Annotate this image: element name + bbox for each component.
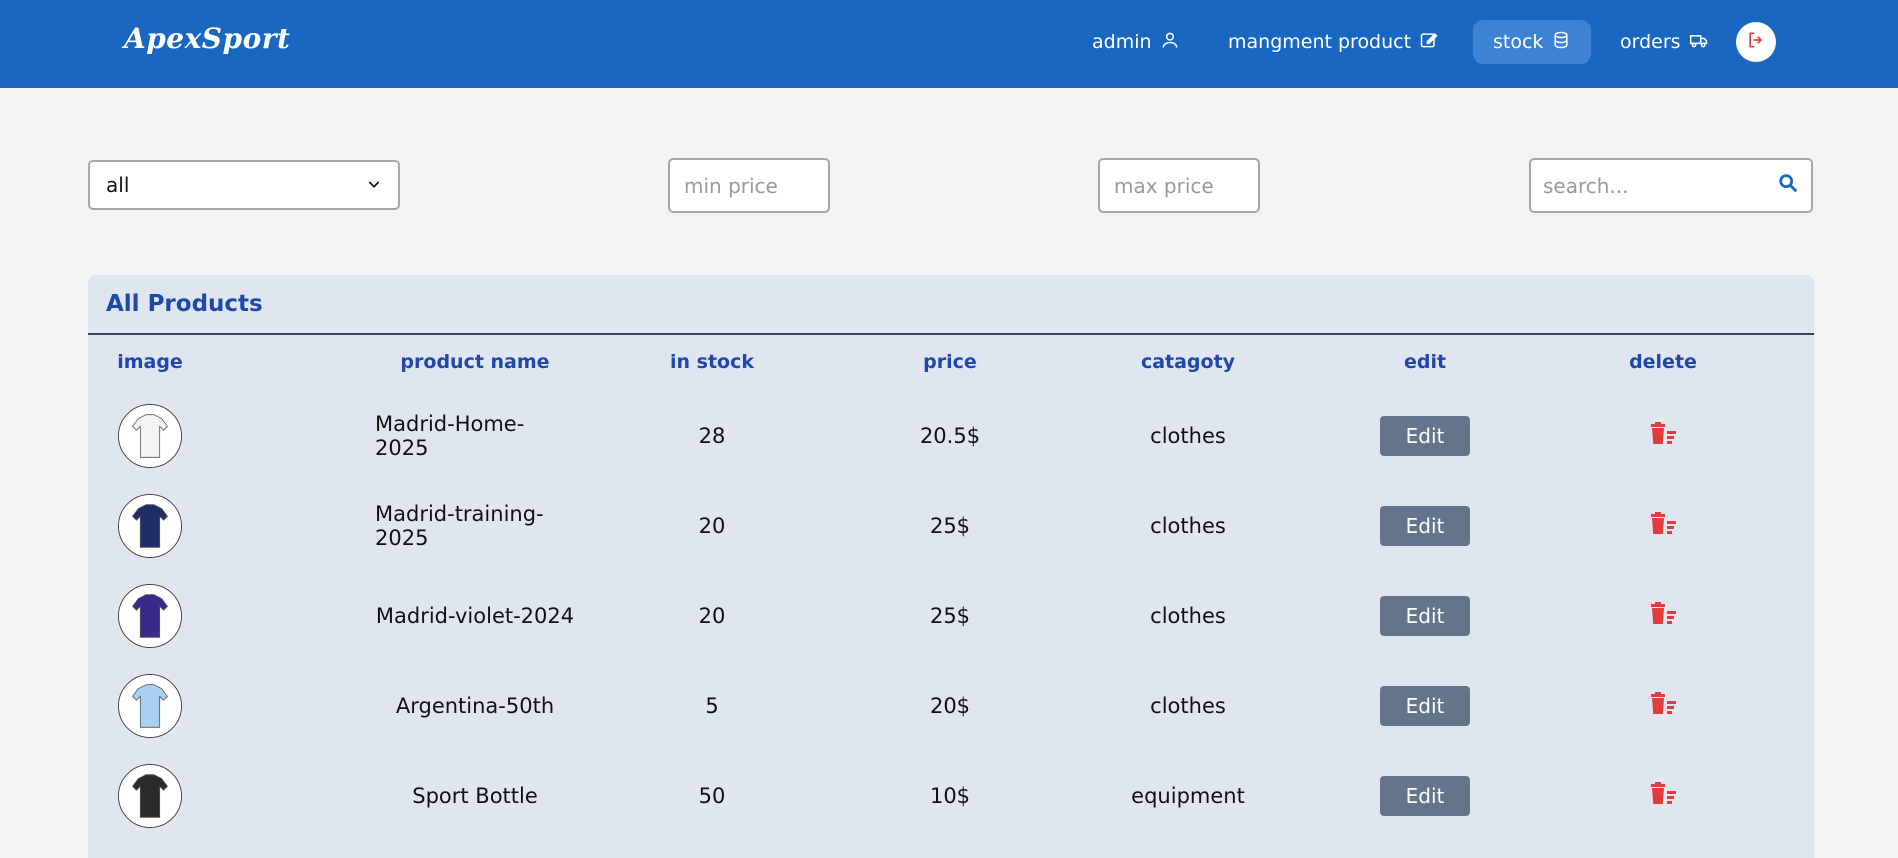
product-image: [119, 765, 181, 827]
max-price-input[interactable]: max price: [1098, 158, 1260, 213]
col-header-price: price: [923, 351, 977, 373]
nav-orders-label: orders: [1620, 31, 1681, 53]
edit-square-icon: [1419, 30, 1439, 55]
logout-icon: [1746, 30, 1766, 54]
products-panel: All Products image product name in stock…: [88, 275, 1814, 858]
cell-product-name: Madrid-training-2025: [375, 502, 544, 550]
cell-category: clothes: [1150, 424, 1226, 448]
cell-edit: Edit: [1325, 401, 1525, 471]
table-row: Madrid-training-2025 20 25$ clothes Edit: [88, 491, 1814, 581]
col-header-image: image: [117, 351, 183, 373]
product-image: [119, 405, 181, 467]
edit-button[interactable]: Edit: [1380, 416, 1470, 456]
cell-edit: Edit: [1325, 491, 1525, 561]
nav-orders[interactable]: orders: [1600, 20, 1729, 64]
cell-in-stock: 20: [698, 514, 726, 538]
cell-category: clothes: [1150, 604, 1226, 628]
cell-product-name: Sport Bottle: [412, 784, 538, 808]
cell-product-name: Madrid-Home-2025: [375, 412, 525, 460]
top-navbar: ApexSport admin mangment product stock o…: [0, 0, 1898, 88]
nav-admin[interactable]: admin: [1072, 20, 1200, 64]
cell-price: 20$: [929, 694, 971, 718]
edit-button[interactable]: Edit: [1380, 776, 1470, 816]
cell-delete: [1563, 401, 1763, 471]
nav-manage-product-label: mangment product: [1228, 31, 1412, 53]
table-row: Argentina-50th 5 20$ clothes Edit: [88, 671, 1814, 761]
database-icon: [1551, 30, 1571, 55]
chevron-down-icon: [366, 173, 382, 197]
truck-icon: [1689, 30, 1709, 55]
nav-admin-label: admin: [1092, 31, 1152, 53]
cell-in-stock: 5: [705, 694, 719, 718]
user-icon: [1160, 30, 1180, 55]
nav-stock-label: stock: [1493, 31, 1544, 53]
cell-category: clothes: [1150, 694, 1226, 718]
divider: [88, 333, 1814, 335]
cell-product-name: Madrid-violet-2024: [375, 604, 575, 628]
nav-manage-product[interactable]: mangment product: [1208, 20, 1459, 64]
cell-delete: [1563, 761, 1763, 831]
max-price-placeholder: max price: [1114, 173, 1214, 198]
product-thumbnail: [118, 494, 182, 558]
cell-price: 25$: [929, 604, 971, 628]
cell-category: clothes: [1150, 514, 1226, 538]
cell-edit: Edit: [1325, 671, 1525, 741]
logout-button[interactable]: [1736, 22, 1776, 62]
col-header-category: catagoty: [1140, 351, 1236, 373]
cell-price: 10$: [929, 784, 971, 808]
cell-edit: Edit: [1325, 581, 1525, 651]
trash-icon[interactable]: [1649, 781, 1677, 811]
cell-price: 20.5$: [919, 424, 981, 448]
cell-category: equipment: [1131, 784, 1245, 808]
cell-delete: [1563, 491, 1763, 561]
min-price-input[interactable]: min price: [668, 158, 830, 213]
product-thumbnail: [118, 584, 182, 648]
product-image: [119, 675, 181, 737]
search-icon[interactable]: [1777, 172, 1799, 199]
table-row: Madrid-violet-2024 20 25$ clothes Edit: [88, 581, 1814, 671]
col-header-edit: edit: [1403, 351, 1447, 373]
min-price-placeholder: min price: [684, 173, 778, 198]
category-select[interactable]: all: [88, 160, 400, 210]
cell-in-stock: 28: [698, 424, 726, 448]
category-select-value: all: [106, 173, 130, 197]
brand-logo[interactable]: ApexSport: [124, 22, 290, 55]
edit-button[interactable]: Edit: [1380, 596, 1470, 636]
trash-icon[interactable]: [1649, 691, 1677, 721]
col-header-delete: delete: [1629, 351, 1697, 373]
cell-delete: [1563, 671, 1763, 741]
table-row: Madrid-Home-2025 28 20.5$ clothes Edit: [88, 401, 1814, 491]
edit-button[interactable]: Edit: [1380, 506, 1470, 546]
edit-button[interactable]: Edit: [1380, 686, 1470, 726]
panel-title: All Products: [106, 291, 263, 317]
search-placeholder: search...: [1543, 173, 1629, 198]
cell-product-name: Argentina-50th: [395, 694, 555, 718]
cell-in-stock: 20: [698, 604, 726, 628]
trash-icon[interactable]: [1649, 511, 1677, 541]
trash-icon[interactable]: [1649, 421, 1677, 451]
cell-delete: [1563, 581, 1763, 651]
cell-price: 25$: [929, 514, 971, 538]
product-thumbnail: [118, 404, 182, 468]
col-header-product-name: product name: [400, 351, 550, 373]
col-header-in-stock: in stock: [670, 351, 754, 373]
table-row: Sport Bottle 50 10$ equipment Edit: [88, 761, 1814, 851]
search-input[interactable]: search...: [1529, 158, 1813, 213]
product-image: [119, 585, 181, 647]
cell-edit: Edit: [1325, 761, 1525, 831]
cell-in-stock: 50: [698, 784, 726, 808]
product-thumbnail: [118, 764, 182, 828]
product-thumbnail: [118, 674, 182, 738]
product-image: [119, 495, 181, 557]
trash-icon[interactable]: [1649, 601, 1677, 631]
nav-stock[interactable]: stock: [1473, 20, 1592, 64]
